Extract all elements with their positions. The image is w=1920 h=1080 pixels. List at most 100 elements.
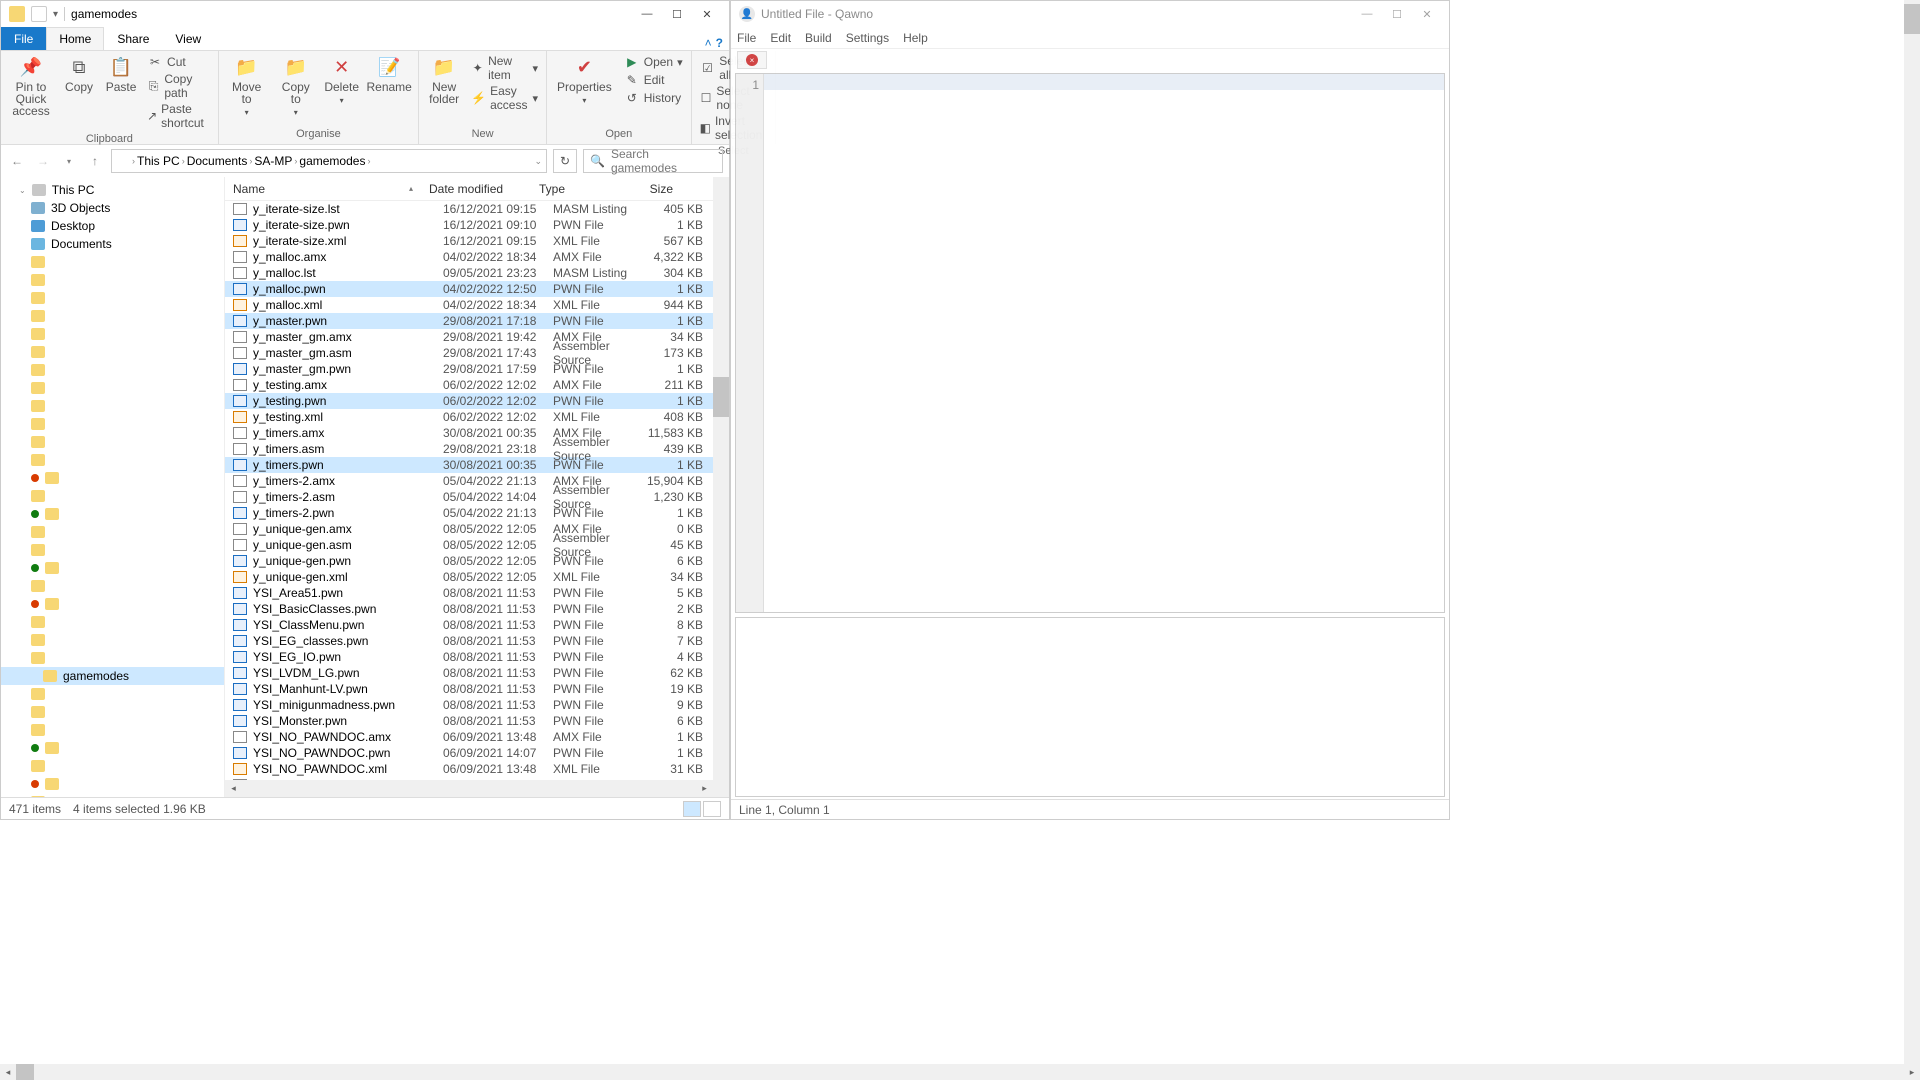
file-row[interactable]: YSI_Manhunt-LV.pwn 08/08/2021 11:53 PWN … bbox=[225, 681, 713, 697]
file-row[interactable]: YSI_minigunmadness.pwn 08/08/2021 11:53 … bbox=[225, 697, 713, 713]
col-size[interactable]: Size bbox=[621, 182, 681, 196]
tab-share[interactable]: Share bbox=[104, 27, 162, 50]
tree-folder[interactable] bbox=[1, 325, 224, 343]
breadcrumb-seg[interactable]: gamemodes bbox=[299, 154, 365, 168]
file-row[interactable]: y_unique-gen.xml 08/05/2022 12:05 XML Fi… bbox=[225, 569, 713, 585]
tree-folder[interactable] bbox=[1, 289, 224, 307]
col-name[interactable]: Name▴ bbox=[225, 182, 421, 196]
file-row[interactable]: YSI_NO_PAWNDOC.pwn 06/09/2021 14:07 PWN … bbox=[225, 745, 713, 761]
tree-3d-objects[interactable]: 3D Objects bbox=[1, 199, 224, 217]
file-row[interactable]: YSI_EG_classes.pwn 08/08/2021 11:53 PWN … bbox=[225, 633, 713, 649]
editor-text[interactable] bbox=[764, 74, 1444, 612]
qat-icon[interactable] bbox=[31, 6, 47, 22]
tree-folder[interactable] bbox=[1, 703, 224, 721]
file-row[interactable]: y_master.pwn 29/08/2021 17:18 PWN File 1… bbox=[225, 313, 713, 329]
tree-desktop[interactable]: Desktop bbox=[1, 217, 224, 235]
tree-folder[interactable] bbox=[1, 685, 224, 703]
column-headers[interactable]: Name▴ Date modified Type Size bbox=[225, 177, 713, 201]
tree-folder[interactable] bbox=[1, 397, 224, 415]
file-row[interactable]: YSI_Monster.pwn 08/08/2021 11:53 PWN Fil… bbox=[225, 713, 713, 729]
qat-chevron-icon[interactable]: ▾ bbox=[53, 9, 58, 20]
tree-folder[interactable] bbox=[1, 595, 224, 613]
file-row[interactable]: y_malloc.amx 04/02/2022 18:34 AMX File 4… bbox=[225, 249, 713, 265]
tab-home[interactable]: Home bbox=[46, 27, 104, 50]
ribbon-collapse-icon[interactable]: ˄ bbox=[705, 36, 712, 50]
file-row[interactable]: y_malloc.xml 04/02/2022 18:34 XML File 9… bbox=[225, 297, 713, 313]
file-row[interactable]: y_malloc.lst 09/05/2021 23:23 MASM Listi… bbox=[225, 265, 713, 281]
easy-access-button[interactable]: ⚡Easy access ▾ bbox=[467, 83, 542, 113]
close-button[interactable]: ✕ bbox=[1413, 3, 1441, 25]
col-type[interactable]: Type bbox=[531, 182, 621, 196]
tree-folder[interactable] bbox=[1, 307, 224, 325]
file-row[interactable]: y_testing.amx 06/02/2022 12:02 AMX File … bbox=[225, 377, 713, 393]
file-row[interactable]: YSI_ClassMenu.pwn 08/08/2021 11:53 PWN F… bbox=[225, 617, 713, 633]
details-view-button[interactable] bbox=[683, 801, 701, 817]
menu-build[interactable]: Build bbox=[805, 31, 832, 45]
tab-view[interactable]: View bbox=[162, 27, 214, 50]
tab-file[interactable]: File bbox=[1, 27, 46, 50]
file-row[interactable]: y_timers.pwn 30/08/2021 00:35 PWN File 1… bbox=[225, 457, 713, 473]
tree-folder[interactable] bbox=[1, 757, 224, 775]
minimize-button[interactable]: — bbox=[633, 3, 661, 25]
nav-tree[interactable]: ⌄This PC 3D Objects Desktop Documents ga… bbox=[1, 177, 225, 797]
tree-folder[interactable] bbox=[1, 649, 224, 667]
file-row[interactable]: YSI_Area51.pwn 08/08/2021 11:53 PWN File… bbox=[225, 585, 713, 601]
tree-folder[interactable] bbox=[1, 577, 224, 595]
untitled-tab[interactable]: × bbox=[737, 51, 767, 69]
paste-shortcut-button[interactable]: ↗Paste shortcut bbox=[143, 101, 214, 131]
tree-folder[interactable] bbox=[1, 379, 224, 397]
file-row[interactable]: y_malloc.pwn 04/02/2022 12:50 PWN File 1… bbox=[225, 281, 713, 297]
file-row[interactable]: y_master_gm.asm 29/08/2021 17:43 Assembl… bbox=[225, 345, 713, 361]
tree-folder[interactable] bbox=[1, 541, 224, 559]
tree-folder[interactable] bbox=[1, 487, 224, 505]
tree-folder[interactable] bbox=[1, 361, 224, 379]
file-row[interactable]: YSI_NO_PAWNDOC.xml 06/09/2021 13:48 XML … bbox=[225, 761, 713, 777]
icons-view-button[interactable] bbox=[703, 801, 721, 817]
tree-folder[interactable] bbox=[1, 253, 224, 271]
h-scrollbar[interactable]: ◂▸ bbox=[225, 780, 713, 797]
tree-folder[interactable] bbox=[1, 775, 224, 793]
file-row[interactable]: y_iterate-size.xml 16/12/2021 09:15 XML … bbox=[225, 233, 713, 249]
file-row[interactable]: y_testing.pwn 06/02/2022 12:02 PWN File … bbox=[225, 393, 713, 409]
tree-gamemodes[interactable]: gamemodes bbox=[1, 667, 224, 685]
refresh-button[interactable]: ↻ bbox=[553, 149, 577, 173]
menu-file[interactable]: File bbox=[737, 31, 756, 45]
code-editor[interactable]: 1 bbox=[735, 73, 1445, 613]
output-panel[interactable] bbox=[735, 617, 1445, 797]
up-button[interactable]: ↑ bbox=[85, 151, 105, 171]
breadcrumb-seg[interactable]: This PC bbox=[137, 154, 180, 168]
maximize-button[interactable]: ☐ bbox=[1383, 3, 1411, 25]
help-icon[interactable]: ? bbox=[716, 36, 723, 50]
file-row[interactable]: YSI_NO_PAWNDOC.amx 06/09/2021 13:48 AMX … bbox=[225, 729, 713, 745]
history-button[interactable]: ↺History bbox=[620, 89, 687, 107]
paste-button[interactable]: 📋Paste bbox=[101, 53, 141, 95]
tree-this-pc[interactable]: ⌄This PC bbox=[1, 181, 224, 199]
file-row[interactable]: y_timers.asm 29/08/2021 23:18 Assembler … bbox=[225, 441, 713, 457]
file-list[interactable]: y_iterate-size.lst 16/12/2021 09:15 MASM… bbox=[225, 201, 713, 780]
file-row[interactable]: y_timers-2.asm 05/04/2022 14:04 Assemble… bbox=[225, 489, 713, 505]
tree-folder[interactable] bbox=[1, 631, 224, 649]
recent-button[interactable]: ▾ bbox=[59, 151, 79, 171]
tree-folder[interactable] bbox=[1, 739, 224, 757]
edit-button[interactable]: ✎Edit bbox=[620, 71, 687, 89]
file-row[interactable]: y_timers-2.pwn 05/04/2022 21:13 PWN File… bbox=[225, 505, 713, 521]
move-to-button[interactable]: 📁Move to▾ bbox=[223, 53, 271, 121]
tree-folder[interactable] bbox=[1, 505, 224, 523]
copy-to-button[interactable]: 📁Copy to▾ bbox=[272, 53, 319, 121]
file-row[interactable]: y_iterate-size.lst 16/12/2021 09:15 MASM… bbox=[225, 201, 713, 217]
tree-folder[interactable] bbox=[1, 343, 224, 361]
maximize-button[interactable]: ☐ bbox=[663, 3, 691, 25]
breadcrumb[interactable]: › This PC› Documents› SA-MP› gamemodes› … bbox=[111, 149, 547, 173]
properties-button[interactable]: ✔Properties▾ bbox=[551, 53, 618, 109]
tree-folder[interactable] bbox=[1, 451, 224, 469]
rename-button[interactable]: 📝Rename bbox=[364, 53, 414, 95]
file-row[interactable]: YSI_EG_IO.pwn 08/08/2021 11:53 PWN File … bbox=[225, 649, 713, 665]
back-button[interactable]: ← bbox=[7, 151, 27, 171]
tab-close-icon[interactable]: × bbox=[746, 54, 758, 66]
col-date[interactable]: Date modified bbox=[421, 182, 531, 196]
breadcrumb-seg[interactable]: Documents bbox=[187, 154, 248, 168]
tree-folder[interactable] bbox=[1, 721, 224, 739]
close-button[interactable]: ✕ bbox=[693, 3, 721, 25]
menu-settings[interactable]: Settings bbox=[846, 31, 889, 45]
new-item-button[interactable]: ✦New item ▾ bbox=[467, 53, 542, 83]
